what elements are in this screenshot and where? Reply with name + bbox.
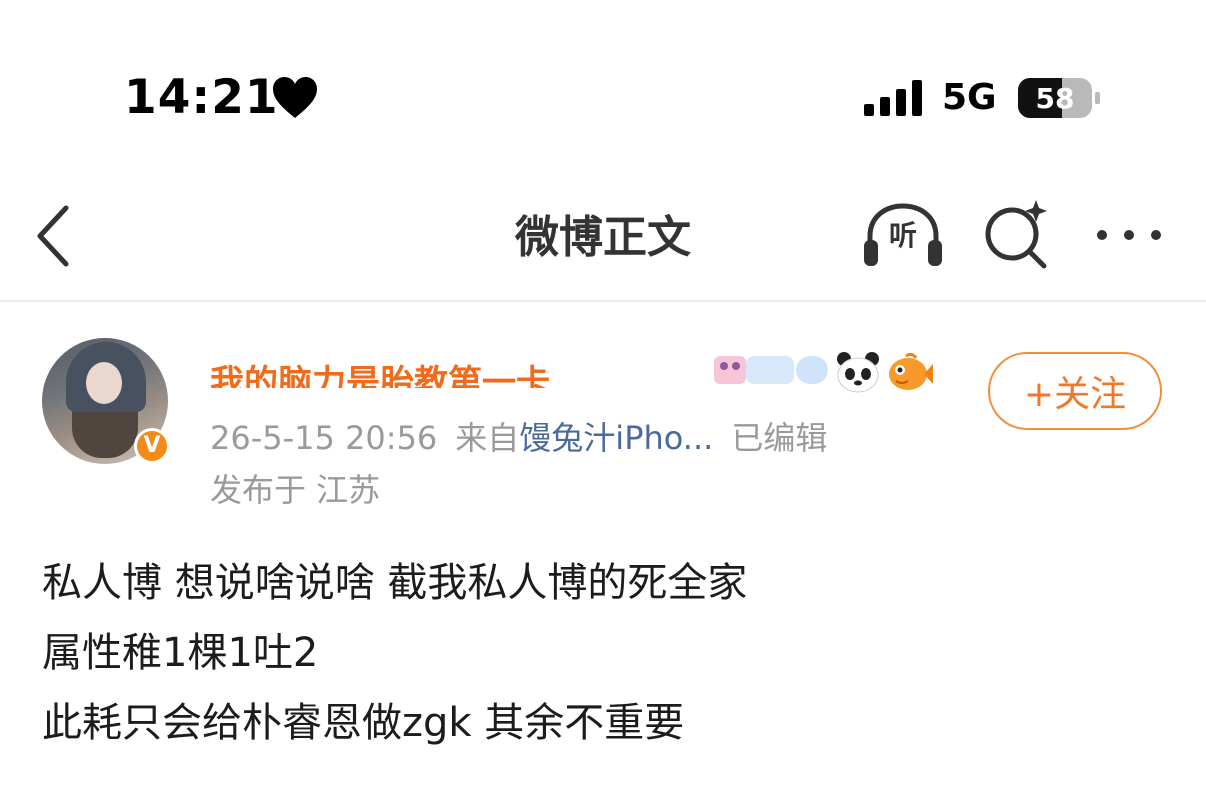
author-avatar[interactable]: V: [42, 338, 170, 466]
listen-label[interactable]: 听: [878, 216, 928, 256]
post-location: 发布于 江苏: [210, 471, 381, 509]
status-time: 14:21: [124, 70, 279, 125]
post-text-line: 属性稚1棵1吐2: [42, 630, 319, 676]
signal-icon: [864, 80, 922, 116]
network-type: 5G: [942, 77, 997, 118]
battery-level: 58: [1035, 81, 1075, 115]
back-icon[interactable]: [24, 196, 84, 276]
source-prefix: 来自: [455, 419, 520, 457]
heart-icon: [273, 77, 317, 118]
page-title: 微博正文: [515, 212, 691, 263]
panda-icon: [837, 352, 879, 393]
nav-divider: [0, 300, 1206, 302]
edited-label[interactable]: 已编辑: [731, 419, 827, 457]
post-text-line: 此耗只会给朴睿恩做zgk 其余不重要: [42, 700, 685, 746]
weibo-post-page: 14:21 5G 58 微博正文 听 V 我的脑力是胎教第一卡 +关注 26-5…: [0, 0, 1206, 796]
name-redaction: [640, 348, 720, 388]
ai-search-icon[interactable]: [982, 198, 1054, 270]
post-meta: 26-5-15 20:56 来自馒兔汁iPho... 已编辑: [210, 416, 827, 460]
more-icon[interactable]: [1092, 218, 1166, 252]
fish-icon: [889, 352, 933, 390]
post-body: 私人博 想说啥说啥 截我私人博的死全家 属性稚1棵1吐2 此耗只会给朴睿恩做zg…: [42, 552, 1172, 762]
author-name[interactable]: 我的脑力是胎教第一卡: [210, 352, 550, 388]
post-text-line: 私人博 想说啥说啥 截我私人博的死全家: [42, 560, 748, 606]
post-date: 26-5-15 20:56: [210, 419, 438, 457]
medal-icons: [714, 356, 828, 384]
follow-button[interactable]: +关注: [988, 352, 1162, 430]
post-source-link[interactable]: 馒兔汁iPho...: [519, 419, 713, 457]
verified-badge-icon: V: [134, 428, 170, 464]
